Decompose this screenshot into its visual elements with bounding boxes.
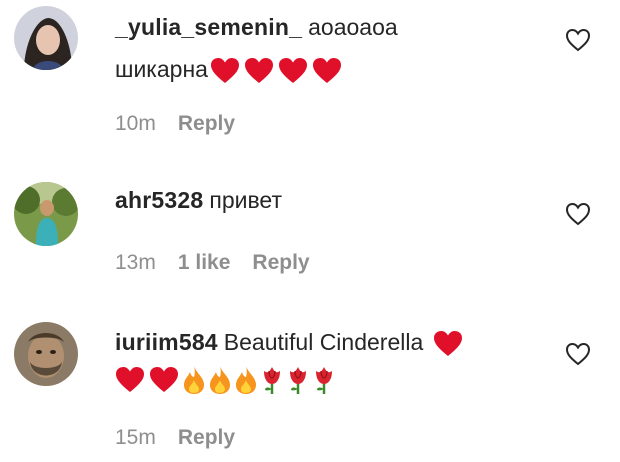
red-heart-emoji: [210, 57, 239, 83]
comment-line-1: ahr5328 привет: [115, 183, 555, 217]
comment-text: Beautiful Cinderella: [223, 329, 424, 355]
comment-time: 10m: [115, 112, 156, 135]
comment-text: шикарна: [115, 56, 208, 82]
comment-line-1: iuriim584 Beautiful Cinderella: [115, 325, 555, 359]
comment-time: 15m: [115, 426, 156, 449]
like-count[interactable]: 1 like: [178, 251, 231, 274]
red-heart-emoji: [150, 366, 178, 392]
heart-outline-icon[interactable]: [565, 342, 591, 366]
fire-emoji: [236, 365, 256, 394]
emoji-group: [210, 57, 342, 85]
red-heart-emoji: [278, 57, 307, 83]
reply-button[interactable]: Reply: [178, 112, 235, 135]
avatar[interactable]: [14, 182, 78, 246]
user-avatar-outdoor: [14, 182, 78, 246]
red-heart-emoji: [244, 57, 273, 83]
comment-line-2: шикарна: [115, 52, 555, 86]
reply-button[interactable]: Reply: [178, 426, 235, 449]
comment-text: аоаоаоа: [308, 14, 398, 40]
red-heart-emoji: [434, 330, 463, 356]
comment-time: 13m: [115, 251, 156, 274]
rose-emoji: [316, 366, 332, 394]
comment-username[interactable]: iuriim584: [115, 329, 218, 355]
comment-meta: 10m Reply: [115, 112, 257, 136]
red-heart-emoji: [312, 57, 341, 83]
avatar[interactable]: [14, 322, 78, 386]
reply-button[interactable]: Reply: [252, 251, 309, 274]
rose-emoji: [290, 366, 306, 394]
emoji-group: [433, 330, 463, 358]
comment-meta: 15m Reply: [115, 426, 257, 450]
emoji-group: [115, 365, 335, 395]
heart-outline-icon[interactable]: [565, 28, 591, 52]
heart-outline-icon[interactable]: [565, 202, 591, 226]
comment-line-1: _yulia_semenin_ аоаоаоа: [115, 10, 555, 44]
avatar[interactable]: [14, 6, 78, 70]
comment-meta: 13m 1 like Reply: [115, 251, 332, 275]
comment-username[interactable]: ahr5328: [115, 187, 203, 213]
user-avatar-woman: [14, 6, 78, 70]
fire-emoji: [184, 365, 204, 394]
comment-username[interactable]: _yulia_semenin_: [115, 14, 302, 40]
comment-text: привет: [209, 187, 282, 213]
red-heart-emoji: [116, 366, 144, 392]
user-avatar-man: [14, 322, 78, 386]
fire-emoji: [210, 365, 230, 394]
comment-line-2: [115, 361, 555, 395]
rose-emoji: [264, 366, 280, 394]
